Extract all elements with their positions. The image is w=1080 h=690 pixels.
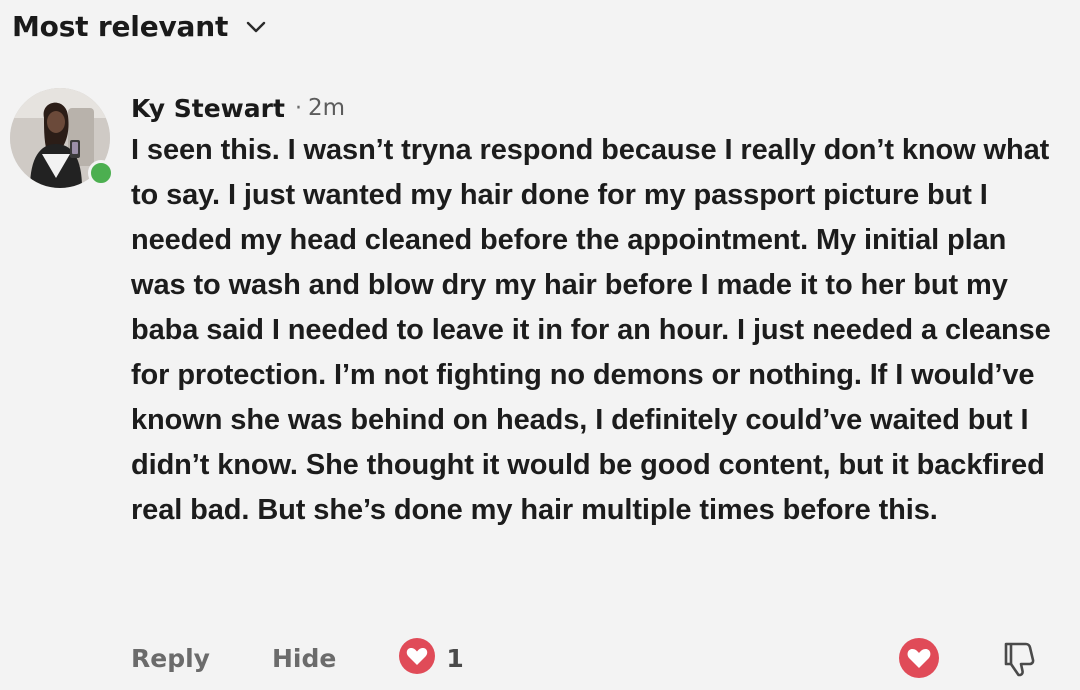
hide-button[interactable]: Hide (272, 644, 336, 673)
love-react-button[interactable] (898, 637, 940, 683)
avatar[interactable] (10, 88, 114, 188)
reaction-summary[interactable]: 1 (398, 637, 464, 679)
sort-dropdown[interactable]: Most relevant (12, 6, 266, 46)
comment-timestamp[interactable]: 2m (308, 95, 345, 121)
heart-reaction-icon (398, 637, 436, 679)
reaction-count: 1 (446, 643, 464, 673)
meta-separator: · (294, 95, 302, 121)
dislike-button[interactable] (998, 638, 1038, 682)
sort-label: Most relevant (12, 9, 229, 43)
thumbs-down-icon (998, 642, 1038, 682)
author-name[interactable]: Ky Stewart (131, 94, 285, 123)
comment-actions: Reply Hide 1 (131, 636, 464, 680)
comment-meta: Ky Stewart · 2m (131, 88, 345, 128)
heart-react-icon (898, 638, 940, 683)
comment-text: I seen this. I wasn’t tryna respond beca… (131, 134, 1051, 526)
reply-button[interactable]: Reply (131, 644, 210, 673)
chevron-down-icon (246, 21, 266, 33)
online-status-dot (88, 160, 114, 186)
